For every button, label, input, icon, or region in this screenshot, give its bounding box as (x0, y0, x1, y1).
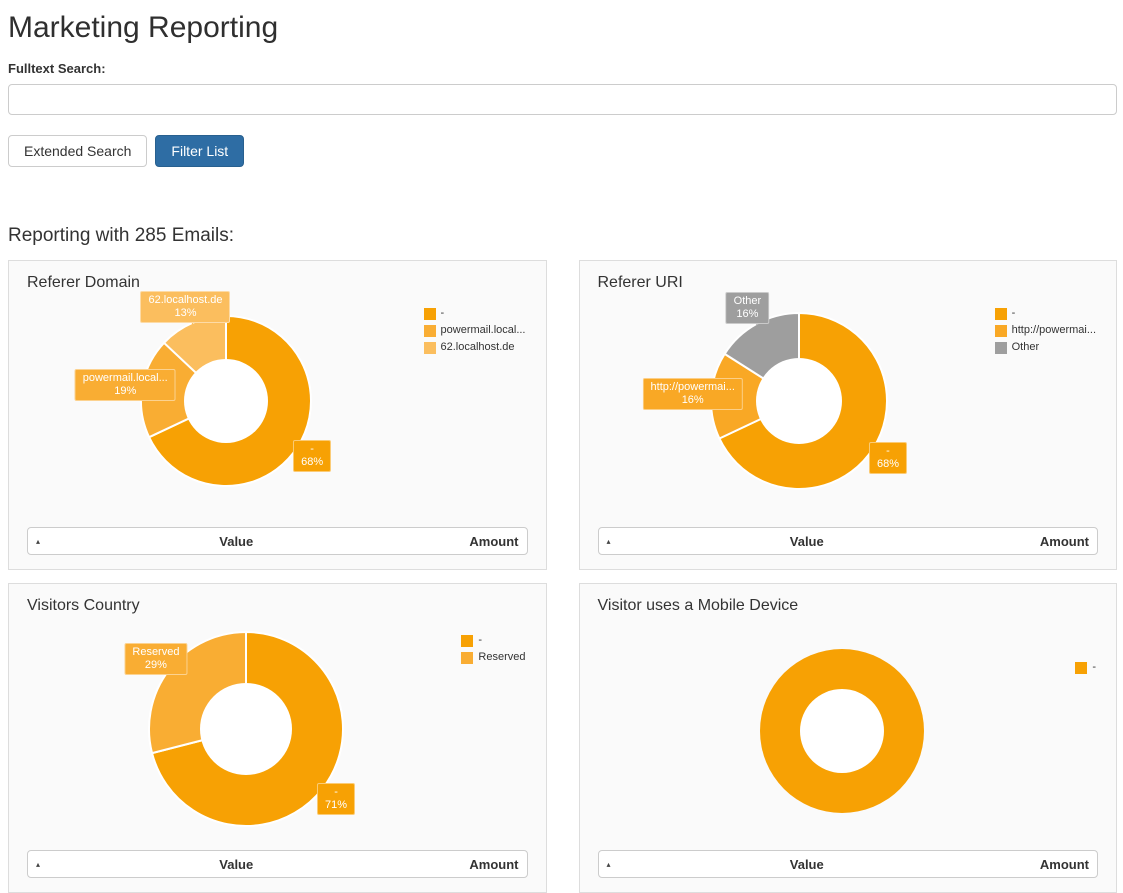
value-column-header[interactable]: Value (627, 857, 988, 872)
legend-item[interactable]: Reserved (461, 649, 525, 666)
sort-caret-icon[interactable]: ▴ (28, 537, 56, 546)
legend-item[interactable]: powermail.local... (424, 322, 526, 339)
filter-list-button[interactable]: Filter List (155, 135, 244, 167)
donut-chart (580, 618, 1116, 852)
chart-legend: -http://powermai...Other (995, 305, 1096, 356)
slice-label: -68% (293, 440, 331, 472)
legend-item[interactable]: - (1075, 659, 1096, 676)
legend-color-icon (461, 652, 473, 664)
chart-area: -68% powermail.local...19% 62.localhost.de… (9, 295, 546, 527)
donut-hole (184, 359, 268, 443)
legend-color-icon (1075, 662, 1087, 674)
legend-color-icon (424, 308, 436, 320)
chart-title: Visitors Country (9, 584, 546, 616)
result-table-header: ▴ Value Amount (598, 850, 1099, 878)
legend-item[interactable]: 62.localhost.de (424, 339, 526, 356)
legend-label: - (441, 305, 445, 322)
amount-column-header[interactable]: Amount (417, 534, 527, 549)
amount-column-header[interactable]: Amount (417, 857, 527, 872)
reporting-heading: Reporting with 285 Emails: (8, 225, 1117, 247)
extended-search-button[interactable]: Extended Search (8, 135, 147, 167)
value-column-header[interactable]: Value (56, 857, 417, 872)
legend-color-icon (424, 342, 436, 354)
slice-label: -71% (317, 783, 355, 815)
legend-label: - (478, 632, 482, 649)
legend-color-icon (461, 635, 473, 647)
slice-label: 62.localhost.de13% (140, 291, 230, 323)
legend-color-icon (424, 325, 436, 337)
fulltext-search-label: Fulltext Search: (8, 61, 1117, 76)
legend-item[interactable]: http://powermai... (995, 322, 1096, 339)
page: Marketing Reporting Fulltext Search: Ext… (0, 0, 1123, 893)
value-column-header[interactable]: Value (627, 534, 988, 549)
chart-area: -71% Reserved29% -Reserved (9, 618, 546, 850)
chart-legend: - (1075, 659, 1096, 676)
legend-label: Other (1012, 339, 1040, 356)
chart-title: Referer URI (580, 261, 1117, 293)
legend-color-icon (995, 308, 1007, 320)
legend-label: - (1092, 659, 1096, 676)
referer-uri-panel: Referer URI -68% http://powermai...16% Oth… (579, 260, 1118, 570)
legend-color-icon (995, 342, 1007, 354)
slice-label: Other16% (726, 292, 770, 324)
slice-label: -68% (869, 442, 907, 474)
result-table-header: ▴ Value Amount (27, 527, 528, 555)
chart-area: - (580, 618, 1117, 850)
slice-label: powermail.local...19% (75, 369, 176, 401)
legend-item[interactable]: - (424, 305, 526, 322)
amount-column-header[interactable]: Amount (987, 534, 1097, 549)
chart-title: Referer Domain (9, 261, 546, 293)
value-column-header[interactable]: Value (56, 534, 417, 549)
chart-legend: -powermail.local...62.localhost.de (424, 305, 526, 356)
sort-caret-icon[interactable]: ▴ (28, 860, 56, 869)
legend-label: http://powermai... (1012, 322, 1096, 339)
legend-item[interactable]: - (461, 632, 525, 649)
referer-domain-panel: Referer Domain -68% powermail.local...19%… (8, 260, 547, 570)
legend-label: 62.localhost.de (441, 339, 515, 356)
result-table-header: ▴ Value Amount (27, 850, 528, 878)
report-panel-grid: Referer Domain -68% powermail.local...19%… (8, 260, 1117, 893)
fulltext-search-input[interactable] (8, 84, 1117, 115)
legend-item[interactable]: - (995, 305, 1096, 322)
legend-item[interactable]: Other (995, 339, 1096, 356)
legend-color-icon (995, 325, 1007, 337)
slice-label: Reserved29% (124, 643, 187, 675)
legend-label: - (1012, 305, 1016, 322)
chart-title: Visitor uses a Mobile Device (580, 584, 1117, 616)
donut-hole (200, 683, 292, 775)
donut-hole (756, 358, 842, 444)
page-title: Marketing Reporting (8, 10, 1117, 46)
chart-legend: -Reserved (461, 632, 525, 666)
legend-label: Reserved (478, 649, 525, 666)
chart-area: -68% http://powermai...16% Other16% -http:/… (580, 295, 1117, 527)
sort-caret-icon[interactable]: ▴ (599, 860, 627, 869)
mobile-device-panel: Visitor uses a Mobile Device - ▴ Value A… (579, 583, 1118, 893)
visitors-country-panel: Visitors Country -71% Reserved29% -Reserve… (8, 583, 547, 893)
slice-label: http://powermai...16% (643, 378, 743, 410)
donut-hole (800, 689, 884, 773)
button-row: Extended Search Filter List (8, 135, 1117, 167)
result-table-header: ▴ Value Amount (598, 527, 1099, 555)
legend-label: powermail.local... (441, 322, 526, 339)
amount-column-header[interactable]: Amount (987, 857, 1097, 872)
sort-caret-icon[interactable]: ▴ (599, 537, 627, 546)
